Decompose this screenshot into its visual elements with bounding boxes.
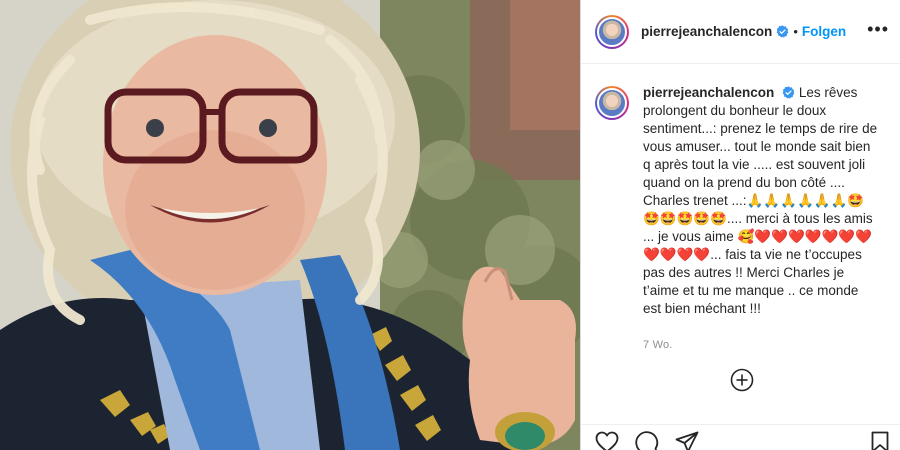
verified-badge-icon: [782, 86, 795, 99]
post-photo[interactable]: [0, 0, 580, 450]
photo-illustration: [0, 0, 580, 450]
caption: pierrejeanchalencon Les rêves prolongent…: [643, 84, 879, 354]
post-side-panel: pierrejeanchalencon • Folgen ••• pierrej…: [580, 0, 900, 450]
share-icon[interactable]: [675, 431, 699, 450]
avatar-image: [597, 16, 627, 47]
instagram-post-modal: pierrejeanchalencon • Folgen ••• pierrej…: [0, 0, 900, 450]
header-username[interactable]: pierrejeanchalencon: [641, 24, 772, 39]
caption-block: pierrejeanchalencon Les rêves prolongent…: [595, 84, 891, 354]
avatar-image: [597, 88, 627, 118]
caption-avatar[interactable]: [595, 86, 629, 120]
post-header: pierrejeanchalencon • Folgen •••: [581, 0, 900, 64]
comment-icon[interactable]: [635, 431, 659, 450]
bookmark-icon[interactable]: [871, 431, 889, 450]
add-comment-icon[interactable]: [730, 368, 754, 392]
verified-badge-icon: [776, 25, 789, 38]
follow-button[interactable]: Folgen: [802, 24, 846, 39]
more-options-icon[interactable]: •••: [867, 20, 889, 38]
caption-text: Les rêves prolongent du bonheur le doux …: [643, 85, 881, 316]
heart-icon[interactable]: [595, 431, 619, 450]
caption-username[interactable]: pierrejeanchalencon: [643, 85, 774, 100]
post-age[interactable]: 7 Wo.: [643, 336, 879, 354]
action-bar: [581, 424, 900, 450]
separator-dot: •: [793, 24, 798, 39]
avatar[interactable]: [595, 14, 629, 49]
